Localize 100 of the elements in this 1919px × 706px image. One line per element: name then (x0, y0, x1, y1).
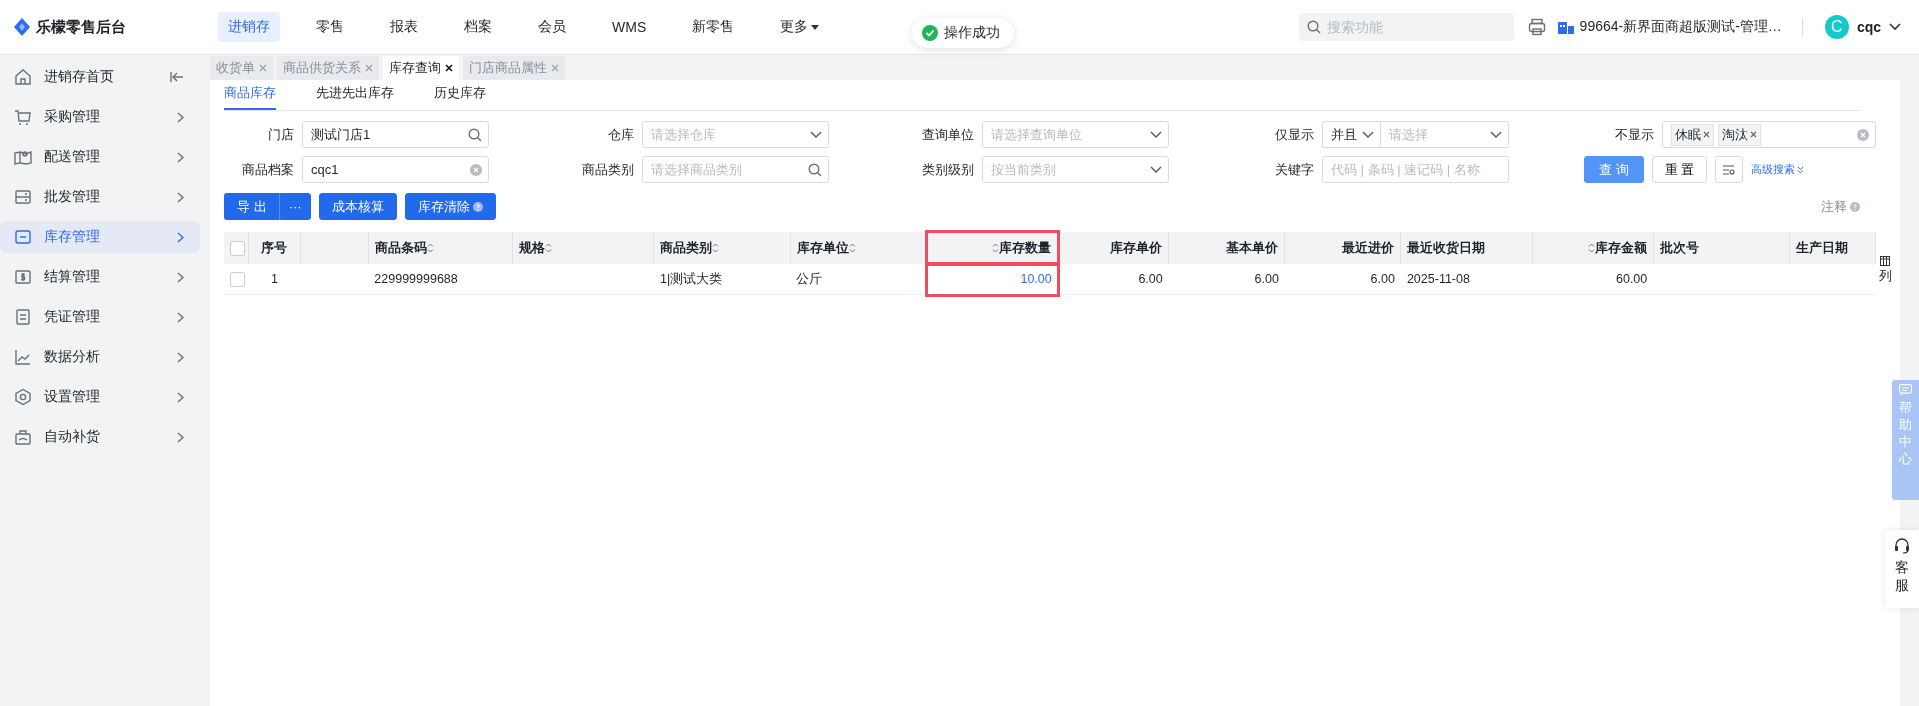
chevron-right-icon (177, 311, 184, 323)
field-label: 类别级别 (921, 160, 974, 179)
close-icon[interactable] (445, 64, 453, 72)
sidebar-item[interactable]: 配送管理 (0, 141, 200, 173)
field-label: 查询单位 (921, 125, 974, 144)
sort-icon[interactable] (992, 243, 1000, 254)
reset-button[interactable]: 重 置 (1651, 156, 1708, 183)
sidebar-item[interactable]: 数据分析 (0, 341, 200, 373)
sidebar-item[interactable]: 进销存首页 (0, 61, 200, 93)
chevron-down-icon (1490, 130, 1502, 139)
table-cell: 6.00 (1370, 272, 1395, 286)
chevron-down-icon (1150, 130, 1162, 139)
checkbox[interactable] (230, 271, 245, 287)
sidebar-item[interactable]: 自动补货 (0, 421, 200, 453)
filter-settings-button[interactable] (1715, 156, 1744, 183)
store-name[interactable]: 99664-新界面商超版测试-管理… (1579, 18, 1782, 36)
sidebar-item[interactable]: 凭证管理 (0, 301, 200, 333)
building-icon (1557, 20, 1574, 34)
nav-tab[interactable]: 档案 (454, 12, 502, 42)
sort-icon[interactable] (545, 243, 553, 254)
chevron-down-icon (1150, 165, 1162, 174)
search-icon[interactable] (808, 162, 822, 177)
nav-tab[interactable]: 报表 (380, 12, 428, 42)
input-field[interactable]: cqc1 (302, 156, 489, 183)
input-field[interactable]: 按当前类别 (982, 156, 1169, 183)
field-label: 商品类别 (581, 160, 634, 179)
search-icon (1306, 20, 1321, 34)
export-button[interactable]: 导 出 (224, 193, 280, 220)
checkbox[interactable] (230, 240, 245, 256)
cost-button[interactable]: 成本核算 (318, 193, 397, 220)
sub-tab[interactable]: 商品库存 (224, 84, 276, 110)
sort-icon[interactable] (848, 243, 856, 254)
clear-stock-button[interactable]: 库存清除 (404, 193, 496, 220)
input-field[interactable]: 代码 | 条码 | 速记码 | 名称 (1322, 156, 1509, 183)
column-settings-button[interactable]: 列 (1870, 250, 1900, 285)
toast-message: 操作成功 (944, 24, 1000, 42)
search-field[interactable]: 搜索功能 (1298, 13, 1514, 41)
sidebar-item[interactable]: 批发管理 (0, 181, 200, 213)
chevron-down-icon (1362, 130, 1374, 139)
input-field[interactable]: 请选择查询单位 (982, 121, 1169, 148)
sort-icon[interactable] (712, 243, 720, 254)
table-cell: 公斤 (796, 271, 823, 286)
column-header[interactable]: 规格 (519, 240, 553, 255)
tag: 休眠 (1671, 123, 1714, 146)
chevron-right-icon (177, 151, 184, 163)
nav-tab[interactable]: 进销存 (218, 12, 280, 42)
headset-icon (1894, 538, 1910, 554)
chevron-down-icon[interactable] (1889, 23, 1901, 31)
more-button[interactable]: ··· (279, 193, 311, 220)
nav-tab[interactable]: 更多 (770, 12, 830, 42)
home-icon (14, 68, 32, 86)
table-cell: 229999999688 (374, 272, 458, 286)
page-tab[interactable]: 库存查询 (383, 56, 459, 80)
advanced-search-link[interactable]: 高级搜索 (1751, 162, 1805, 177)
chevron-right-icon (177, 351, 184, 363)
sidebar-item[interactable]: 设置管理 (0, 381, 200, 413)
user-name[interactable]: cqc (1856, 19, 1881, 35)
customer-service-button[interactable]: 客服 (1885, 530, 1919, 608)
sidebar-item[interactable]: 采购管理 (0, 101, 200, 133)
column-header[interactable]: 商品条码 (374, 240, 434, 255)
input-field[interactable]: 测试门店1 (302, 121, 489, 148)
table-icon (1880, 256, 1890, 266)
sidebar-item[interactable]: 结算管理 (0, 261, 200, 293)
column-header[interactable]: 批次号 (1659, 240, 1699, 255)
column-header[interactable]: 库存数量 (992, 240, 1052, 255)
help-icon (472, 201, 483, 212)
drawer-icon (14, 188, 32, 206)
field-label: 门店 (267, 125, 294, 144)
field-label: 仅显示 (1274, 125, 1314, 144)
quantity-link[interactable]: 10.00 (1020, 272, 1052, 286)
search-icon[interactable] (468, 127, 482, 142)
table-cell: 1|测试大类 (660, 271, 723, 286)
field-label: 仓库 (607, 125, 634, 144)
input-field[interactable]: 请选择 (1380, 121, 1509, 148)
dollar-icon (14, 268, 32, 286)
chevron-right-icon (177, 231, 184, 243)
sidebar-item[interactable]: 库存管理 (0, 221, 200, 253)
tag-field[interactable]: 休眠 淘汰 (1662, 121, 1876, 148)
nav-tab[interactable]: 零售 (306, 12, 354, 42)
double-chevron-icon (1797, 165, 1805, 174)
nav-tab[interactable]: WMS (602, 12, 657, 42)
nav-tab[interactable]: 会员 (528, 12, 576, 42)
sort-icon[interactable] (426, 243, 434, 254)
map-icon (14, 148, 32, 166)
collapse-icon[interactable] (170, 71, 184, 83)
sub-tab[interactable]: 历史库存 (434, 84, 486, 110)
hexagon-icon (14, 388, 32, 406)
printer-icon[interactable] (1527, 18, 1546, 36)
field-label: 不显示 (1614, 125, 1654, 144)
tag: 淘汰 (1718, 123, 1761, 146)
clear-icon[interactable] (1857, 128, 1869, 141)
message-icon (1899, 384, 1912, 396)
clear-icon[interactable] (470, 163, 482, 176)
sub-tab[interactable]: 先进先出库存 (316, 84, 394, 110)
input-field[interactable]: 请选择商品类别 (642, 156, 829, 183)
sort-icon[interactable] (1587, 243, 1595, 254)
nav-tab[interactable]: 新零售 (682, 12, 745, 42)
caret-icon (811, 24, 820, 30)
input-field[interactable]: 请选择仓库 (642, 121, 829, 148)
logo-icon (14, 18, 30, 36)
